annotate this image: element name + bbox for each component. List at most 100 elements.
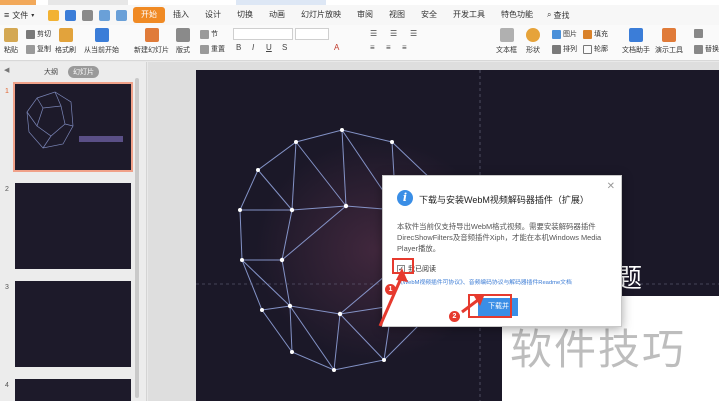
save-icon[interactable] xyxy=(65,9,76,21)
underline-icon[interactable]: U xyxy=(266,43,272,52)
panel-header: ◀ 大纲 幻灯片 xyxy=(0,66,147,78)
paste-label: 粘贴 xyxy=(4,47,18,54)
arrange-button[interactable]: 排列 xyxy=(552,44,577,54)
italic-icon[interactable]: I xyxy=(252,43,254,52)
tab-view[interactable]: 视图 xyxy=(381,7,413,23)
section-label: 节 xyxy=(211,31,218,38)
font-family-select[interactable] xyxy=(233,28,293,40)
thumbnail-title-bar xyxy=(79,136,123,142)
outline-button[interactable]: 轮廓 xyxy=(583,44,608,54)
tab-outline[interactable]: 大纲 xyxy=(44,67,58,77)
section-button[interactable]: 节 xyxy=(200,29,218,39)
presentation-tools-button[interactable]: 演示工具 xyxy=(655,28,683,55)
outline-icon xyxy=(583,44,592,54)
indent-icon[interactable]: ☰ xyxy=(410,29,417,38)
search-label: 查找 xyxy=(553,10,570,20)
cut-button[interactable]: 剪切 xyxy=(26,29,51,39)
open-icon[interactable] xyxy=(48,9,59,21)
find-icon xyxy=(694,29,703,38)
align-right-icon[interactable]: ≡ xyxy=(402,43,407,52)
fill-button[interactable]: 填充 xyxy=(583,29,608,39)
license-links[interactable]: 《WebM视频插件可协议》、音频编码协议与解码器插件Readme文档 xyxy=(397,277,572,286)
close-icon[interactable]: ✕ xyxy=(607,181,615,192)
new-slide-button[interactable]: 新建幻灯片 xyxy=(134,28,169,55)
tab-review[interactable]: 审阅 xyxy=(349,7,381,23)
tab-slideshow[interactable]: 幻灯片放映 xyxy=(293,7,349,23)
slide-thumbnail-4[interactable] xyxy=(15,379,131,401)
shape-label: 形状 xyxy=(526,47,540,54)
doc-helper-button[interactable]: 文档助手 xyxy=(622,28,650,55)
align-left-icon[interactable]: ≡ xyxy=(370,43,375,52)
bold-icon[interactable]: B xyxy=(236,43,241,52)
arrange-label: 排列 xyxy=(563,46,577,53)
textbox-button[interactable]: 文本框 xyxy=(496,28,517,55)
tab-home[interactable]: 开始 xyxy=(133,7,165,23)
reset-button[interactable]: 重置 xyxy=(200,44,225,54)
highlight-checkbox xyxy=(392,258,414,274)
presentation-tools-icon xyxy=(662,28,676,42)
info-icon: i xyxy=(397,190,413,206)
scissors-icon xyxy=(26,29,35,39)
align-center-icon[interactable]: ≡ xyxy=(386,43,391,52)
step-badge-2: 2 xyxy=(449,311,460,322)
bullets-icon[interactable]: ☰ xyxy=(370,29,377,38)
from-current-button[interactable]: 从当前开始 xyxy=(84,28,119,55)
replace-icon xyxy=(694,44,703,54)
slide-thumbnail-3[interactable] xyxy=(15,281,131,367)
image-icon xyxy=(552,29,561,39)
tab-transition[interactable]: 切换 xyxy=(229,7,261,23)
slide-panel: ◀ 大纲 幻灯片 1 2 3 4 xyxy=(0,62,147,401)
thumbnail-graphic xyxy=(26,91,123,149)
find-button[interactable] xyxy=(694,29,703,38)
layout-icon xyxy=(176,28,190,42)
shape-button[interactable]: 形状 xyxy=(526,28,540,55)
layout-button[interactable]: 版式 xyxy=(176,28,190,55)
layout-label: 版式 xyxy=(176,47,190,54)
section-icon xyxy=(200,29,209,39)
tab-design[interactable]: 设计 xyxy=(197,7,229,23)
search-button[interactable]: ⌕ 查找 xyxy=(547,10,569,21)
replace-button[interactable]: 替换 xyxy=(694,44,719,54)
tab-slides[interactable]: 幻灯片 xyxy=(68,66,99,78)
new-slide-label: 新建幻灯片 xyxy=(134,47,169,54)
file-menu[interactable]: ≡ 文件 ▾ xyxy=(4,10,48,21)
collapse-icon[interactable]: ◀ xyxy=(4,66,9,74)
tab-features[interactable]: 特色功能 xyxy=(493,7,541,23)
font-color-icon[interactable]: A xyxy=(334,43,339,52)
shape-icon xyxy=(526,28,540,42)
redo-icon[interactable] xyxy=(116,9,127,21)
highlight-download-button xyxy=(468,294,512,318)
slide-number: 3 xyxy=(5,284,9,291)
paste-icon xyxy=(4,28,18,42)
font-size-select[interactable] xyxy=(295,28,329,40)
paste-button[interactable]: 粘贴 xyxy=(4,28,18,55)
from-current-label: 从当前开始 xyxy=(84,47,119,54)
ribbon-toolbar: 粘贴 剪切 复制 格式刷 从当前开始 新建幻灯片 版式 节 重置 B I U S… xyxy=(0,25,719,61)
doc-helper-icon xyxy=(629,28,643,42)
textbox-label: 文本框 xyxy=(496,47,517,54)
numbering-icon[interactable]: ☰ xyxy=(390,29,397,38)
tab-security[interactable]: 安全 xyxy=(413,7,445,23)
tab-insert[interactable]: 插入 xyxy=(165,7,197,23)
slide-thumbnail-1[interactable] xyxy=(13,82,133,172)
image-button[interactable]: 图片 xyxy=(552,29,577,39)
chevron-down-icon: ▾ xyxy=(31,12,35,19)
hamburger-icon: ≡ xyxy=(4,10,10,20)
cut-label: 剪切 xyxy=(37,31,51,38)
undo-icon[interactable] xyxy=(99,9,110,21)
fill-label: 填充 xyxy=(594,31,608,38)
search-icon: ⌕ xyxy=(547,10,552,19)
menu-bar: ≡ 文件 ▾ 开始 插入 设计 切换 动画 幻灯片放映 审阅 视图 安全 开发工… xyxy=(0,5,719,25)
copy-icon xyxy=(26,44,35,54)
tab-developer[interactable]: 开发工具 xyxy=(445,7,493,23)
copy-label: 复制 xyxy=(37,46,51,53)
tab-animation[interactable]: 动画 xyxy=(261,7,293,23)
format-painter-button[interactable]: 格式刷 xyxy=(55,28,76,55)
panel-scrollbar[interactable] xyxy=(135,78,139,398)
shadow-icon[interactable]: S xyxy=(282,43,287,52)
slide-thumbnail-2[interactable] xyxy=(15,183,131,269)
play-icon xyxy=(94,28,109,42)
copy-button[interactable]: 复制 xyxy=(26,44,51,54)
step-badge-1: 1 xyxy=(385,284,396,295)
print-icon[interactable] xyxy=(82,9,93,21)
